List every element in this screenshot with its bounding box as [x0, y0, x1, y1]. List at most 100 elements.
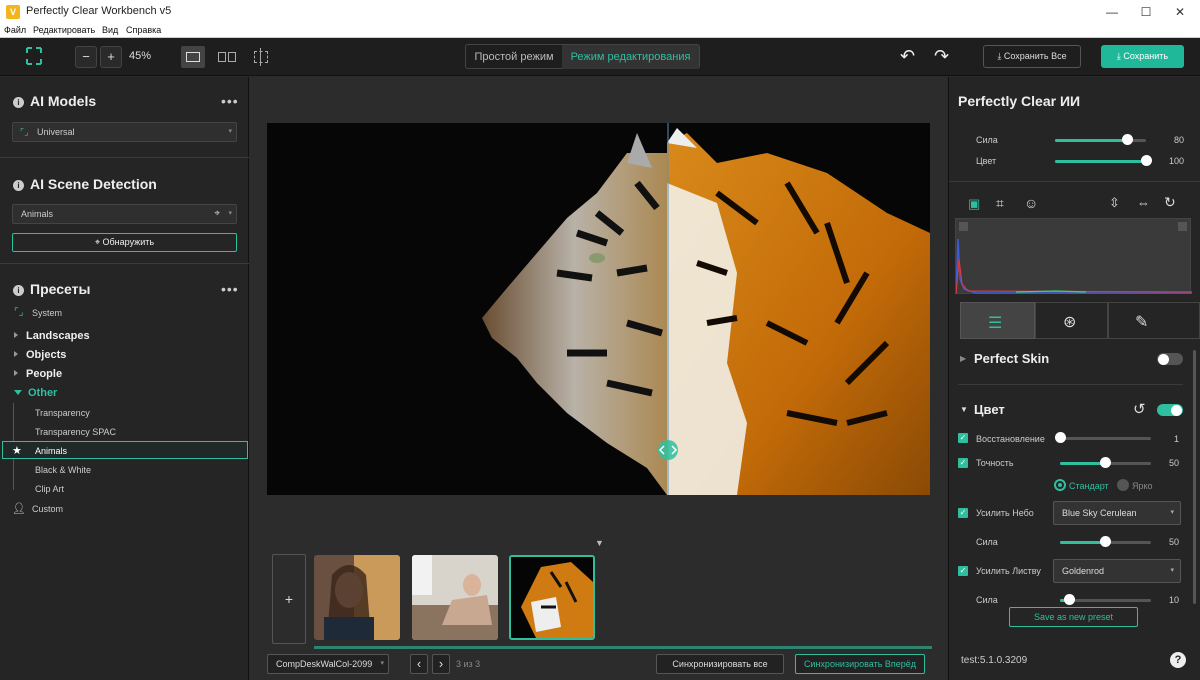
menu-bar: Файл Редактировать Вид Справка: [0, 24, 1200, 38]
face-icon[interactable]: ☺: [1024, 195, 1038, 211]
restore-checkbox[interactable]: ✓: [958, 433, 968, 443]
save-all-label: Сохранить Все: [1003, 51, 1067, 61]
category-label: Objects: [26, 349, 67, 361]
preset-item-black-white[interactable]: Black & White: [35, 465, 91, 475]
split-view-button[interactable]: [215, 46, 239, 68]
image-tab-icon[interactable]: ▣: [968, 196, 980, 212]
crop-icon[interactable]: ⌗: [996, 195, 1004, 212]
menu-view[interactable]: Вид: [102, 25, 118, 35]
rotate-icon[interactable]: ↻: [1164, 194, 1176, 211]
restore-slider[interactable]: [1060, 437, 1151, 440]
save-all-button[interactable]: ⤓ Сохранить Все: [983, 45, 1081, 68]
redo-button[interactable]: ↷: [934, 46, 949, 67]
thumbnail-2[interactable]: [412, 555, 498, 640]
zoom-out-button[interactable]: −: [75, 46, 97, 68]
preset-category-landscapes[interactable]: Landscapes: [14, 330, 90, 342]
collapse-filmstrip-icon[interactable]: ▼: [595, 538, 604, 548]
foliage-strength-slider-handle[interactable]: [1063, 594, 1075, 605]
strength-value: 80: [1173, 135, 1184, 145]
chevron-right-icon[interactable]: ▶: [960, 354, 966, 363]
thumbnail-3-selected[interactable]: [509, 555, 595, 640]
prev-image-button[interactable]: ‹: [410, 654, 428, 674]
detect-button[interactable]: ⌖ Обнаружить: [12, 233, 237, 252]
simple-mode-tab[interactable]: Простой режим: [466, 45, 562, 69]
title-bar: V Perfectly Clear Workbench v5 — ☐ ✕: [0, 0, 1200, 24]
info-icon: i: [13, 97, 24, 108]
chevron-down-icon: ▾: [228, 210, 232, 217]
ai-models-menu-button[interactable]: •••: [221, 93, 239, 109]
effects-tab[interactable]: ✎: [1108, 302, 1200, 339]
sync-all-button[interactable]: Синхронизировать все: [656, 654, 784, 674]
add-image-button[interactable]: +: [272, 554, 306, 644]
ai-model-select[interactable]: ⌜⌟ Universal ▾: [12, 122, 237, 142]
sync-forward-button[interactable]: Синхронизировать Вперёд: [795, 654, 925, 674]
radio-standard[interactable]: [1054, 479, 1066, 491]
minimize-button[interactable]: —: [1095, 0, 1129, 24]
chevron-down-icon[interactable]: ▼: [960, 405, 968, 414]
thumbnail-1[interactable]: [314, 555, 400, 640]
scene-detection-title: i AI Scene Detection: [13, 176, 157, 192]
edit-mode-tab[interactable]: Режим редактирования: [562, 45, 699, 69]
crop-frame-logo-icon[interactable]: [26, 47, 42, 65]
reset-icon[interactable]: ↺: [1133, 400, 1146, 418]
preset-item-animals[interactable]: Animals: [35, 446, 67, 456]
preset-item-clip-art[interactable]: Clip Art: [35, 484, 64, 494]
maximize-button[interactable]: ☐: [1129, 0, 1163, 24]
portrait-photo: [314, 555, 400, 640]
zoom-level: 45%: [129, 50, 152, 62]
preset-system[interactable]: System: [32, 308, 62, 318]
enhance-foliage-checkbox[interactable]: ✓: [958, 566, 968, 576]
image-preview[interactable]: [267, 123, 930, 495]
save-button[interactable]: ⤓ Сохранить: [1101, 45, 1184, 68]
preset-custom[interactable]: Custom: [32, 504, 63, 514]
presets-menu-button[interactable]: •••: [221, 281, 239, 297]
right-panel-scrollbar[interactable]: [1193, 350, 1196, 604]
perfect-skin-toggle[interactable]: [1157, 353, 1183, 365]
foliage-select[interactable]: Goldenrod ▾: [1053, 559, 1181, 583]
accuracy-checkbox[interactable]: ✓: [958, 458, 968, 468]
close-button[interactable]: ✕: [1163, 0, 1197, 24]
presets-title: i Пресеты: [13, 281, 90, 297]
foliage-strength-label: Сила: [976, 595, 998, 605]
target-icon: ⌖: [214, 208, 220, 219]
chevron-down-icon: ▾: [380, 660, 384, 667]
image-counter: 3 из 3: [456, 659, 481, 669]
tiger-thumbnail: [511, 557, 593, 638]
preset-category-other[interactable]: Other: [14, 387, 57, 399]
strength-label: Сила: [976, 135, 998, 145]
scene-select[interactable]: Animals ⌖ ▾: [12, 204, 237, 224]
file-select[interactable]: CompDeskWalCol-2099 ▾: [267, 654, 389, 674]
enhance-sky-checkbox[interactable]: ✓: [958, 508, 968, 518]
target-icon: ⌖: [94, 237, 103, 247]
preset-category-objects[interactable]: Objects: [14, 349, 66, 361]
user-icon: 👤︎: [12, 503, 26, 515]
sky-select[interactable]: Blue Sky Cerulean ▾: [1053, 501, 1181, 525]
sky-strength-slider-handle[interactable]: [1100, 536, 1111, 547]
radio-bright[interactable]: [1117, 479, 1129, 491]
menu-edit[interactable]: Редактировать: [33, 25, 95, 35]
color-section-toggle[interactable]: [1157, 404, 1183, 416]
color-value: 100: [1168, 156, 1184, 166]
preset-item-transparency-spac[interactable]: Transparency SPAC: [35, 427, 116, 437]
preset-category-people[interactable]: People: [14, 368, 62, 380]
adjust-tab[interactable]: ☰: [960, 302, 1035, 339]
flip-vertical-icon[interactable]: ⇳: [1109, 195, 1120, 211]
zoom-in-button[interactable]: +: [100, 46, 122, 68]
accuracy-slider-handle[interactable]: [1100, 457, 1111, 468]
filmstrip-scrollbar[interactable]: [314, 646, 932, 649]
flip-horizontal-icon[interactable]: ⇔: [1137, 195, 1150, 210]
preset-item-transparency[interactable]: Transparency: [35, 408, 90, 418]
save-preset-button[interactable]: Save as new preset: [1009, 607, 1138, 627]
file-name: CompDeskWalCol-2099: [276, 659, 373, 669]
next-image-button[interactable]: ›: [432, 654, 450, 674]
undo-button[interactable]: ↶: [900, 46, 915, 67]
menu-file[interactable]: Файл: [4, 25, 26, 35]
color-slider[interactable]: [1055, 160, 1146, 163]
color-slider-handle[interactable]: [1140, 155, 1152, 166]
compare-view-button[interactable]: [250, 46, 272, 68]
help-button[interactable]: ?: [1170, 652, 1186, 668]
menu-help[interactable]: Справка: [126, 25, 161, 35]
single-view-button[interactable]: [181, 46, 205, 68]
creative-tab[interactable]: ⊛: [1035, 302, 1108, 339]
strength-fill: [1055, 139, 1128, 142]
